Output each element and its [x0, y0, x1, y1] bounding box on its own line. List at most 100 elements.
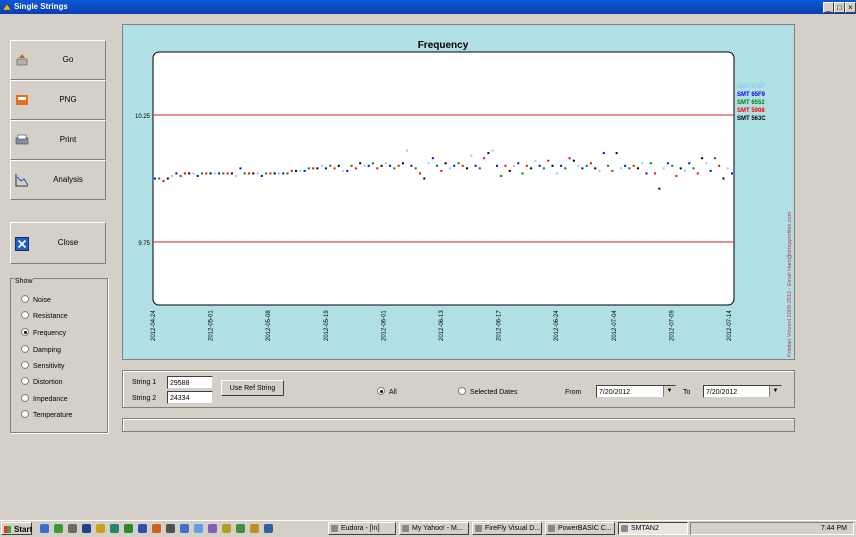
data-point — [611, 169, 614, 172]
radio-distortion[interactable]: Distortion — [21, 377, 63, 389]
data-point — [380, 164, 383, 167]
data-point — [564, 167, 567, 170]
png-button[interactable]: PNG — [10, 80, 106, 120]
radio-frequency[interactable]: Frequency — [21, 328, 66, 340]
task-eudora[interactable]: Eudora - [In] — [328, 522, 396, 535]
legend-item: SMT 5908 — [737, 108, 765, 114]
string1-field[interactable]: 29588 — [167, 376, 213, 389]
radio-impedance[interactable]: Impedance — [21, 394, 68, 406]
quicklaunch-icon[interactable] — [236, 524, 245, 533]
data-point — [666, 162, 669, 165]
analysis-button[interactable]: Analysis — [10, 160, 106, 200]
close-button[interactable]: Close — [10, 222, 106, 264]
quicklaunch-icon[interactable] — [138, 524, 147, 533]
data-point — [448, 167, 451, 170]
data-point — [248, 172, 251, 175]
use-ref-string-button[interactable]: Use Ref String — [221, 380, 284, 396]
task-firefly[interactable]: FireFly Visual D... — [472, 522, 542, 535]
quicklaunch-icon[interactable] — [152, 524, 161, 533]
from-date-dropdown[interactable]: 7/20/2012 ▼ — [596, 385, 676, 398]
data-point — [286, 172, 289, 175]
radio-all[interactable]: All — [377, 387, 397, 399]
data-point — [675, 174, 678, 177]
radio-damping[interactable]: Damping — [21, 345, 61, 357]
data-point — [324, 167, 327, 170]
clock: 7:44 PM — [820, 525, 847, 532]
quicklaunch-icon[interactable] — [166, 524, 175, 533]
quicklaunch-icon[interactable] — [208, 524, 217, 533]
data-point — [218, 172, 221, 175]
quicklaunch-icon[interactable] — [264, 524, 273, 533]
data-point — [461, 164, 464, 167]
radio-sensitivity[interactable]: Sensitivity — [21, 361, 65, 373]
data-point — [534, 159, 537, 162]
chevron-down-icon[interactable]: ▼ — [769, 386, 781, 397]
data-point — [359, 162, 362, 165]
task-yahoo[interactable]: My Yahoo! - M... — [399, 522, 469, 535]
quicklaunch-icon[interactable] — [124, 524, 133, 533]
task-smtan2[interactable]: SMTAN2 — [618, 522, 688, 535]
data-point — [427, 162, 430, 165]
radio-icon — [21, 377, 29, 386]
data-point — [470, 154, 473, 157]
data-point — [688, 162, 691, 165]
task-powerbasic[interactable]: PowerBASIC C... — [545, 522, 615, 535]
print-button[interactable]: Print — [10, 120, 106, 160]
data-point — [491, 149, 494, 152]
radio-resistance[interactable]: Resistance — [21, 311, 68, 323]
chart-title: Frequency — [418, 40, 469, 51]
data-point — [436, 164, 439, 167]
maximize-button[interactable]: □ — [834, 2, 845, 13]
quicklaunch-icon[interactable] — [68, 524, 77, 533]
data-point — [342, 169, 345, 172]
quicklaunch-icon[interactable] — [54, 524, 63, 533]
minimize-button[interactable]: _ — [823, 2, 834, 13]
data-point — [444, 162, 447, 165]
data-point — [273, 172, 276, 175]
chevron-down-icon[interactable]: ▼ — [663, 386, 675, 397]
quicklaunch-icon[interactable] — [82, 524, 91, 533]
data-point — [367, 164, 370, 167]
data-point — [179, 174, 182, 177]
data-point — [555, 172, 558, 175]
quicklaunch-icon[interactable] — [40, 524, 49, 533]
data-point — [478, 167, 481, 170]
to-date-dropdown[interactable]: 7/20/2012 ▼ — [703, 385, 782, 398]
data-point — [696, 172, 699, 175]
data-point — [205, 172, 208, 175]
legend-item: SMT 576F — [737, 84, 765, 90]
data-point — [410, 164, 413, 167]
go-button[interactable]: Go — [10, 40, 106, 80]
data-point — [517, 162, 520, 165]
data-point — [235, 174, 238, 177]
app-icon — [2, 3, 12, 11]
data-point — [525, 164, 528, 167]
quicklaunch-icon[interactable] — [222, 524, 231, 533]
x-tick-label: 2012-07-14 — [727, 310, 733, 341]
quicklaunch-icon[interactable] — [250, 524, 259, 533]
data-point — [414, 167, 417, 170]
data-point — [577, 164, 580, 167]
string2-field[interactable]: 24334 — [167, 391, 213, 404]
data-point — [201, 172, 204, 175]
data-point — [572, 159, 575, 162]
data-point — [487, 152, 490, 155]
quicklaunch-icon[interactable] — [180, 524, 189, 533]
radio-noise[interactable]: Noise — [21, 295, 51, 307]
quicklaunch-icon[interactable] — [96, 524, 105, 533]
data-point — [560, 164, 563, 167]
radio-selected-dates[interactable]: Selected Dates — [458, 387, 517, 399]
start-button[interactable]: Start — [1, 522, 32, 535]
close-window-button[interactable]: × — [845, 2, 856, 13]
data-point — [713, 157, 716, 160]
quicklaunch-icon[interactable] — [194, 524, 203, 533]
data-point — [547, 159, 550, 162]
data-point — [222, 172, 225, 175]
quicklaunch-icon[interactable] — [110, 524, 119, 533]
data-point — [628, 167, 631, 170]
radio-temperature[interactable]: Temperature — [21, 410, 72, 422]
radio-icon — [21, 394, 29, 403]
from-label: From — [565, 389, 582, 396]
png-icon — [16, 95, 28, 105]
analysis-label: Analysis — [53, 175, 83, 184]
